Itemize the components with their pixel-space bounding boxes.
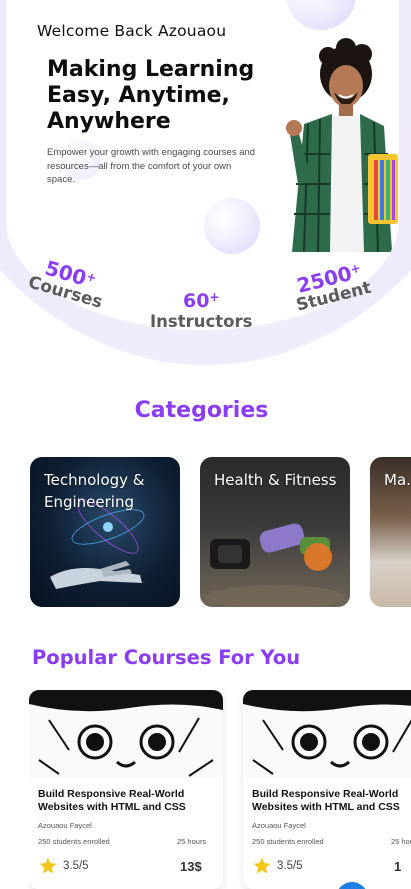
course-hours: 25 hours (391, 837, 411, 846)
manga-thumbnail-image (29, 690, 223, 778)
hero-headline: Making Learning Easy, Anytime, Anywhere (47, 57, 255, 134)
hero-section: Welcome Back Azouaou Making Learning Eas… (0, 0, 411, 365)
course-enrolled: 250 students enrolled (38, 837, 110, 846)
course-rating: 3.5/5 (63, 860, 89, 872)
category-label: Health & Fitness (214, 471, 337, 489)
categories-title: Categories (134, 398, 269, 423)
course-card[interactable]: Build Responsive Real-World Websites wit… (243, 690, 411, 889)
course-rating: 3.5/5 (277, 860, 303, 872)
stat-instructors-label: Instructors (150, 312, 253, 331)
welcome-text: Welcome Back Azouaou (37, 22, 227, 40)
course-enrolled: 250 students enrolled (252, 837, 324, 846)
course-price: 13$ (180, 859, 202, 874)
stat-instructors-number: 60 (182, 290, 210, 312)
category-card-technology[interactable]: Technology & Engineering (30, 457, 180, 607)
course-author: Azouaou Faycel (38, 821, 92, 830)
star-icon (253, 857, 271, 874)
course-author: Azouaou Faycel (252, 821, 306, 830)
categories-carousel[interactable]: Technology & Engineering Health & Fitnes… (30, 457, 411, 607)
course-hours: 25 hours (177, 837, 207, 846)
course-title: Build Responsive Real-World Websites wit… (252, 788, 400, 813)
category-label: Ma... (384, 471, 411, 489)
course-title: Build Responsive Real-World Websites wit… (38, 788, 186, 813)
popular-courses-title: Popular Courses For You (32, 646, 301, 669)
course-price: 1 (394, 859, 402, 874)
manga-thumbnail-image (243, 690, 411, 778)
courses-carousel[interactable]: Build Responsive Real-World Websites wit… (29, 690, 411, 889)
hero-subtitle: Empower your growth with engaging course… (47, 147, 256, 185)
stat-students-suffix: + (348, 260, 362, 277)
category-card-health[interactable]: Health & Fitness (200, 457, 350, 607)
star-icon (39, 857, 57, 874)
decor-bubble (204, 198, 260, 254)
course-card[interactable]: Build Responsive Real-World Websites wit… (29, 690, 223, 889)
decor-bubble (286, 0, 356, 30)
student-illustration (286, 38, 398, 252)
category-label: Technology & Engineering (44, 471, 145, 511)
stat-instructors-suffix: + (209, 290, 220, 304)
course-thumbnail (29, 690, 223, 778)
category-card-partial[interactable]: Ma... (370, 457, 411, 607)
stat-instructors: 60+ Instructors (150, 290, 252, 331)
course-thumbnail (243, 690, 411, 778)
stat-courses-suffix: + (84, 269, 99, 286)
